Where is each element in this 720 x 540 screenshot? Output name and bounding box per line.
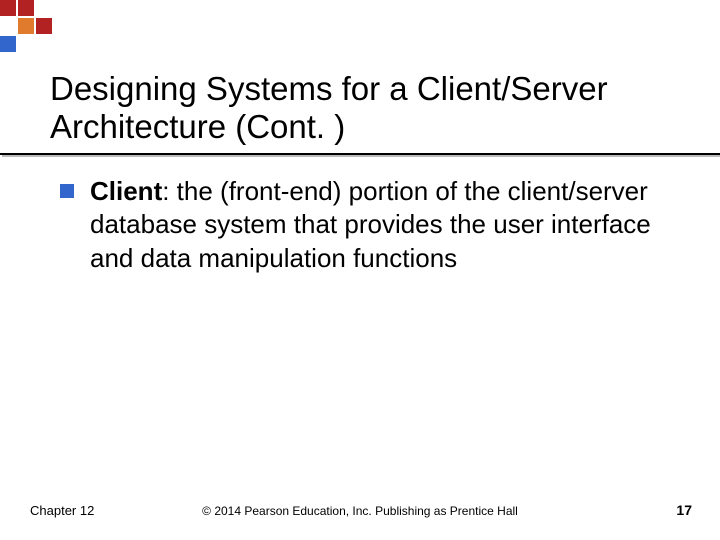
bullet-definition: : the (front-end) portion of the client/…	[90, 176, 651, 273]
slide-body: Client: the (front-end) portion of the c…	[60, 175, 660, 275]
bullet-item: Client: the (front-end) portion of the c…	[60, 175, 660, 275]
bullet-text: Client: the (front-end) portion of the c…	[90, 175, 660, 275]
slide-title: Designing Systems for a Client/Server Ar…	[50, 70, 680, 146]
logo-block	[0, 0, 16, 16]
footer-copyright: © 2014 Pearson Education, Inc. Publishin…	[0, 504, 720, 518]
logo-block	[36, 18, 52, 34]
square-bullet-icon	[60, 184, 74, 198]
logo-block	[18, 18, 34, 34]
page-number: 17	[676, 502, 692, 518]
logo-block	[18, 0, 34, 16]
logo-block	[0, 36, 16, 52]
bullet-term: Client	[90, 176, 162, 206]
title-underline-shadow	[2, 155, 720, 157]
